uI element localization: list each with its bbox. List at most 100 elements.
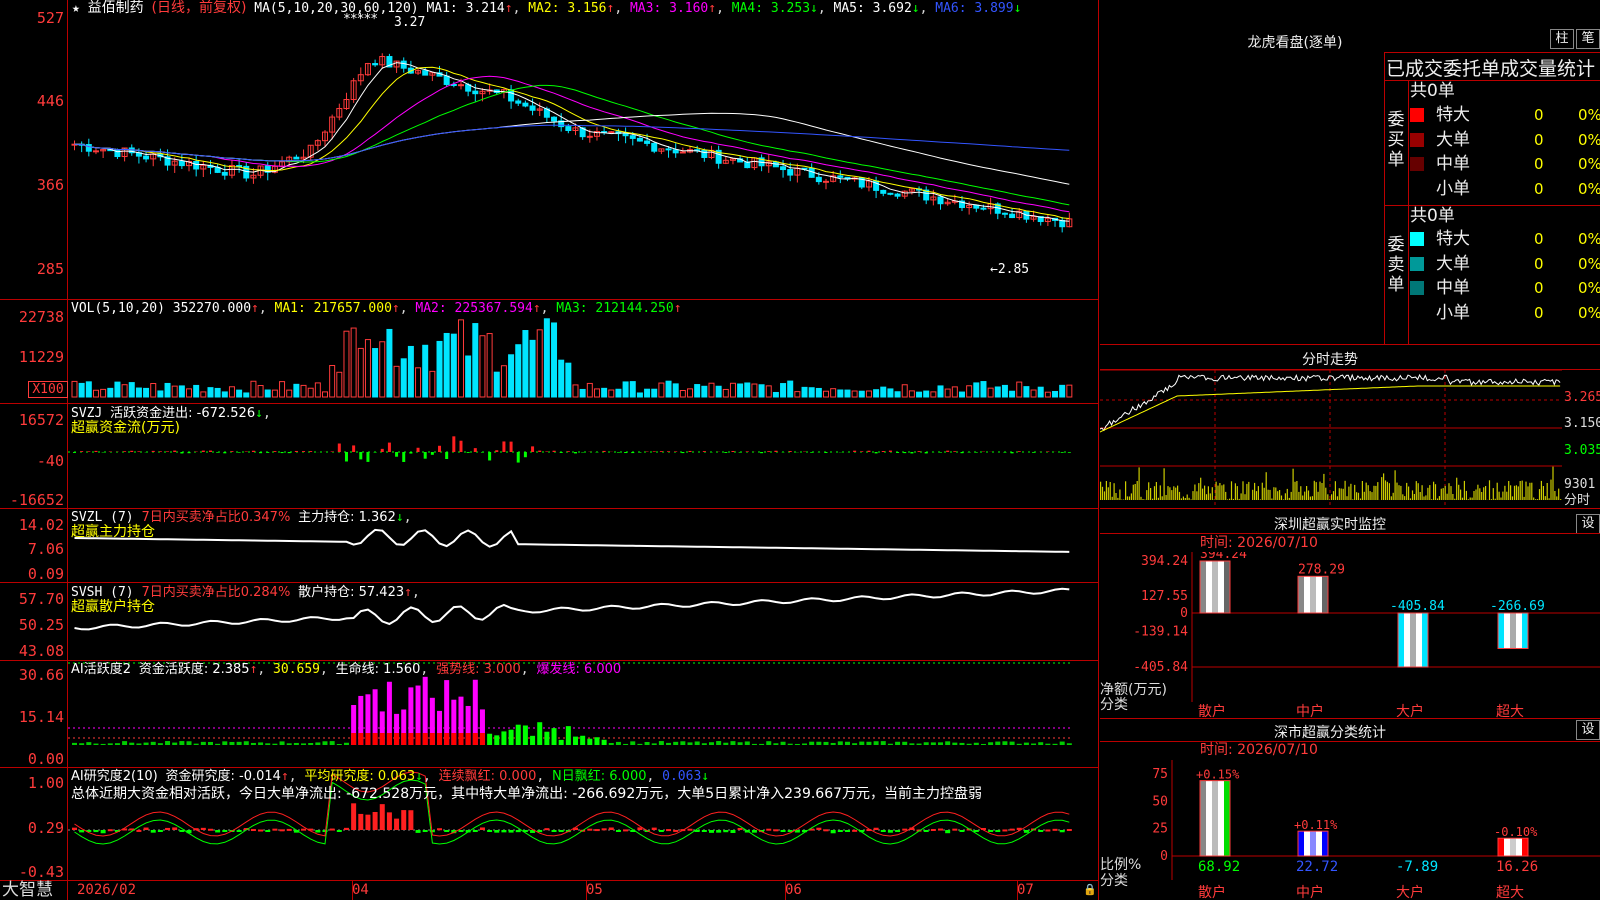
candle-body <box>586 135 593 138</box>
intraday-volume-bar <box>1483 487 1485 500</box>
volume-bar <box>121 384 128 398</box>
volume-bar <box>92 389 99 398</box>
svzj-bar <box>602 450 606 452</box>
volume-bar <box>901 384 908 398</box>
volume-bar <box>350 327 357 398</box>
active-bar <box>816 741 822 745</box>
active-base-bar <box>379 733 385 745</box>
research-bar <box>236 830 242 832</box>
active-bar <box>744 741 750 745</box>
sz-stats-settings-button[interactable]: 设 <box>1576 720 1600 740</box>
category-label: 散户 <box>1198 884 1226 900</box>
active-bar <box>222 741 228 745</box>
legend-swatch <box>1410 256 1424 271</box>
kline-canvas[interactable] <box>68 0 1098 880</box>
research-bar <box>587 828 593 831</box>
research-bar <box>873 827 879 830</box>
intraday-volume-bar <box>1313 480 1315 500</box>
period-label[interactable]: (日线，前复权) <box>151 0 246 16</box>
intraday-volume-bar <box>1477 484 1479 500</box>
sz-stats-title: 深市超赢分类统计 <box>1274 725 1386 741</box>
svzj-bar <box>208 450 212 452</box>
active-bar <box>759 743 765 745</box>
intraday-volume-bar <box>1126 496 1129 500</box>
svzj-bar <box>445 452 449 459</box>
intraday-volume-bar <box>1230 481 1233 500</box>
sz-monitor-settings-button[interactable]: 设 <box>1576 514 1600 534</box>
svzj-bar <box>702 451 706 452</box>
y-tick-label: 0 <box>1160 849 1168 864</box>
intraday-volume-bar <box>1456 477 1458 500</box>
intraday-volume-bar <box>1136 481 1138 500</box>
volume-bar <box>944 388 951 398</box>
active-bar <box>701 743 707 745</box>
active-bar <box>487 733 493 745</box>
y-tick-label: 75 <box>1152 767 1168 782</box>
active-bar <box>336 743 342 745</box>
intraday-volume-bar <box>1111 496 1113 500</box>
intraday-volume-bar <box>1481 492 1483 500</box>
intraday-volume-bar <box>1542 486 1544 500</box>
svzl-y-label: 14.02 <box>18 516 64 534</box>
intraday-volume-bar <box>1117 497 1119 500</box>
volume-bar <box>386 328 393 398</box>
favorite-star-icon[interactable]: ★ <box>72 1 80 16</box>
intraday-chart[interactable] <box>1100 370 1562 508</box>
research-bar <box>623 829 629 832</box>
research-bar <box>301 828 307 831</box>
active-bar <box>501 731 507 745</box>
bar-mode-button[interactable]: 柱 <box>1550 29 1574 49</box>
intraday-volume-bar <box>1140 496 1142 500</box>
ma1-value: MA1: 3.214 <box>426 1 505 16</box>
intraday-volume-bar <box>1467 499 1469 500</box>
intraday-volume-bar <box>1371 492 1373 500</box>
volume-bar <box>1044 391 1051 398</box>
research-bar <box>272 828 278 831</box>
sz-stats-chart[interactable]: 75 50 25 0 +0.15% 68.92 散户 +0.11% 22.72 中户 -7.89 大户… <box>1100 760 1600 900</box>
intraday-volume-bar <box>1377 482 1379 500</box>
y-label: 366 <box>36 176 64 194</box>
volume-bar <box>71 380 78 398</box>
lock-icon[interactable]: 🔒 <box>1083 882 1097 897</box>
intraday-volume-bar <box>1517 486 1519 500</box>
sz-monitor-chart[interactable]: 394.24127.550-139.14-405.84394.24散户278.2… <box>1100 552 1600 720</box>
intraday-volume-bar <box>1361 481 1363 500</box>
candle-body <box>515 100 522 104</box>
candle-body <box>472 90 479 95</box>
active-bar <box>608 742 614 745</box>
intraday-volume-bar <box>1408 486 1410 500</box>
intraday-volume-bar <box>1508 481 1510 500</box>
volume-bar <box>293 383 300 398</box>
active-bar <box>687 742 693 745</box>
intraday-volume-bar <box>1321 483 1323 500</box>
ma4-value: MA4: 3.253 <box>731 1 811 16</box>
svzj-bar <box>387 442 391 452</box>
sell-row-pct: 0% <box>1578 303 1600 322</box>
intraday-volume-bar <box>1282 499 1285 500</box>
volume-bar <box>508 354 515 398</box>
intraday-volume-bar <box>1198 483 1200 500</box>
volume-bar <box>114 381 121 398</box>
svsh-subtitle: 超赢散户持仓 <box>71 599 155 615</box>
monitor-bar <box>1497 612 1529 649</box>
volume-bar <box>672 383 679 398</box>
intraday-volume-bar <box>1332 491 1335 500</box>
intraday-volume-bar <box>1255 491 1258 500</box>
active-bar <box>952 742 958 745</box>
research-bar <box>336 830 342 832</box>
intraday-volume-bar <box>1153 486 1156 500</box>
svzj-bar <box>910 452 914 454</box>
svzj-bar <box>516 452 520 463</box>
tick-mode-button[interactable]: 笔 <box>1576 29 1600 49</box>
volume-bar <box>493 371 500 398</box>
research-bar <box>895 830 901 832</box>
research-bar <box>615 830 621 832</box>
research-bar <box>415 830 421 833</box>
svzj-bar <box>266 452 270 453</box>
svzj-bar <box>917 451 921 452</box>
research-bar <box>930 828 936 831</box>
svzl-y-label: 7.06 <box>27 540 64 558</box>
intraday-volume-bar <box>1419 492 1421 500</box>
left-chart-area[interactable]: 527 446 366 285 22738 11229 X100 16572 -… <box>0 0 1100 900</box>
active-base-bar <box>472 733 478 745</box>
